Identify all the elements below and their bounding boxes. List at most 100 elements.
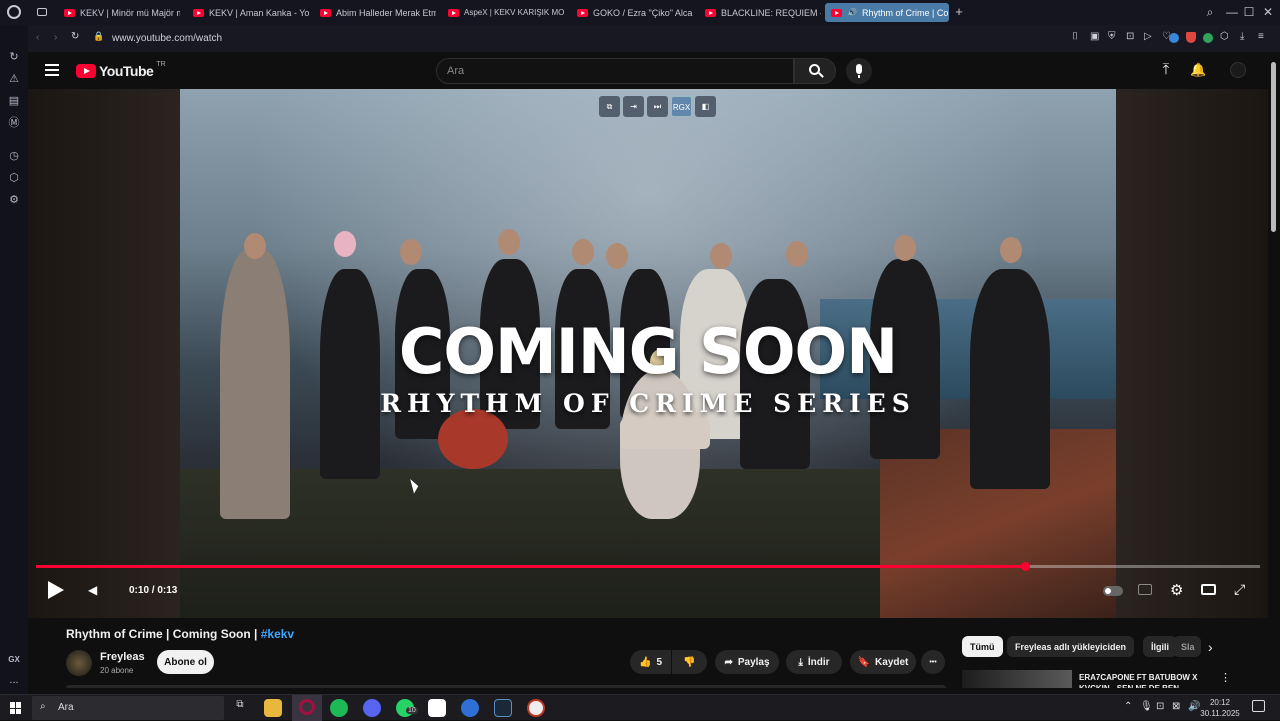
browser-tab[interactable]: KEKV | Minör mü Majör m [58,3,180,22]
rec-thumbnail[interactable] [962,670,1072,688]
pip-icon[interactable]: ◧ [695,96,716,117]
discord-icon[interactable] [363,699,381,717]
browser-tab[interactable]: AspeX | KEKV KARIŞIK MONTAJ [442,3,564,22]
taskbar-search[interactable]: ⌕ Ara [32,696,224,720]
steam-icon[interactable] [494,699,512,717]
extension-blue-icon[interactable] [1169,33,1179,43]
whatsapp-icon[interactable]: 10 [396,699,418,717]
url-text[interactable]: www.youtube.com/watch [112,33,222,44]
voice-search-button[interactable] [846,58,872,84]
settings-gear-icon[interactable]: ⚙ [1170,581,1183,599]
download-button[interactable]: ⤓ İndir [786,650,842,674]
exit-icon[interactable]: ⇥ [623,96,644,117]
hashtag-link[interactable]: #kekv [261,627,294,641]
download-icon[interactable]: ⤓ [1240,31,1244,42]
dislike-button[interactable]: 👎 [672,650,707,674]
video-player[interactable]: COMING SOON RHYTHM OF CRIME SERIES ⧉ ⇥ ⏭… [28,89,1268,618]
opera-gx-icon[interactable] [292,695,322,721]
chip-related[interactable]: İlgili [1143,636,1177,657]
forward-icon[interactable]: › [54,32,57,43]
rgx-button[interactable]: RGX [671,96,692,117]
channel-name[interactable]: Freyleas [100,651,145,663]
fullscreen-icon[interactable]: ⤢ [1234,581,1245,598]
spotify-icon[interactable] [330,699,348,717]
chip-from-uploader[interactable]: Freyleas adlı yükleyiciden [1007,636,1135,657]
aria-icon[interactable]: ↻ [7,50,21,64]
new-tab-button[interactable]: + [952,5,966,19]
chips-next-icon[interactable]: › [1208,639,1213,655]
rec-title[interactable]: ERA7CAPONE FT BATUBOW X KVCKIN - SEN NE … [1079,672,1214,688]
clock[interactable]: 20:12 30.11.2025 [1200,697,1240,719]
gx-corner-icon[interactable]: Ⓜ [7,116,21,130]
notification-center-icon[interactable] [1252,700,1265,712]
browser-tab[interactable]: BLACKLINE: REQUIEM — [699,3,821,22]
reload-icon[interactable]: ↻ [71,31,79,42]
camera-icon[interactable]: ⌷ [1072,31,1078,42]
autoplay-toggle[interactable] [1103,586,1123,596]
mic-tray-icon[interactable]: 🎙 [1140,701,1153,712]
history-icon[interactable]: ◷ [7,149,21,163]
play-icon[interactable]: ▷ [1144,31,1152,42]
play-button[interactable] [48,581,64,599]
extension-green-icon[interactable] [1203,33,1213,43]
tab-workspace-icon[interactable] [37,8,47,16]
subscribe-button[interactable]: Abone ol [157,650,214,674]
app-tray-icon[interactable]: ⊠ [1172,701,1180,712]
avatar[interactable] [1230,62,1246,78]
popout-icon[interactable]: ⧉ [599,96,620,117]
volume-tray-icon[interactable]: 🔊 [1188,701,1200,712]
player-icon[interactable]: ▤ [7,94,21,108]
youtube-logo[interactable]: YouTube TR [76,61,166,79]
search-tabs-icon[interactable]: ⌕ [1202,4,1218,20]
close-window-icon[interactable]: ✕ [1260,4,1276,20]
chip-all[interactable]: Tümü [962,636,1003,657]
browser-tab-active[interactable]: 🔊 Rhythm of Crime | Co [825,3,949,22]
subtitles-icon[interactable] [1138,584,1152,595]
scrubber-handle[interactable] [1020,562,1030,571]
app-icon[interactable] [461,699,479,717]
theater-mode-icon[interactable] [1201,584,1216,595]
channel-avatar[interactable] [66,650,92,676]
browser-tab[interactable]: Abim Halleder Merak Etm [314,3,436,22]
snapshot-icon[interactable]: ▣ [1090,31,1099,42]
browser-tab[interactable]: GOKO / Ezra "Çiko" Alcan [571,3,693,22]
back-icon[interactable]: ‹ [36,32,39,43]
gx-label[interactable]: GX [7,653,21,667]
video-frame[interactable]: COMING SOON RHYTHM OF CRIME SERIES [180,89,1116,618]
search-button[interactable] [794,58,836,84]
page-scrollbar[interactable] [1268,52,1280,694]
volume-icon[interactable]: ◀ [88,583,97,597]
maximize-icon[interactable]: ☐ [1241,4,1257,20]
rec-menu-icon[interactable]: ⋮ [1220,671,1231,684]
save-button[interactable]: 🔖 Kaydet [850,650,916,674]
settings-icon[interactable]: ⚙ [7,193,21,207]
pinboard-icon[interactable]: ⚠ [7,72,21,86]
sidebar-more-icon[interactable]: ... [7,673,21,687]
menu-icon[interactable]: ≡ [1258,31,1264,42]
puzzle-icon[interactable]: ⬡ [1220,31,1229,42]
network-tray-icon[interactable]: ⊡ [1156,701,1164,712]
more-actions-button[interactable]: ••• [921,650,945,674]
vpn-icon[interactable]: ⊡ [1126,31,1134,42]
app-red-icon[interactable] [527,699,545,717]
notifications-bell-icon[interactable]: 🔔 [1190,62,1206,78]
minimize-icon[interactable]: — [1224,4,1240,20]
upload-icon[interactable]: ⤒ [1158,62,1174,78]
show-hidden-icons[interactable]: ⌃ [1124,701,1132,712]
description-box[interactable] [66,685,946,688]
extension-shield-icon[interactable] [1186,32,1196,43]
search-input[interactable]: Ara [436,58,794,84]
share-button[interactable]: ➦ Paylaş [715,650,779,674]
shield-icon[interactable]: ⛨ [1108,31,1116,42]
hamburger-menu-icon[interactable] [45,64,59,76]
file-explorer-icon[interactable] [264,699,282,717]
skip-icon[interactable]: ⏭ [647,96,668,117]
chip-partial[interactable]: Sla [1173,636,1201,657]
windows-start-icon[interactable] [10,702,22,714]
speaker-icon[interactable]: 🔊 [847,8,857,17]
capcut-icon[interactable] [428,699,446,717]
task-view-icon[interactable]: ⧉ [231,699,249,717]
opera-logo-icon[interactable] [7,5,21,19]
progress-bar[interactable] [36,562,1260,571]
like-button[interactable]: 👍 5 [630,650,671,674]
